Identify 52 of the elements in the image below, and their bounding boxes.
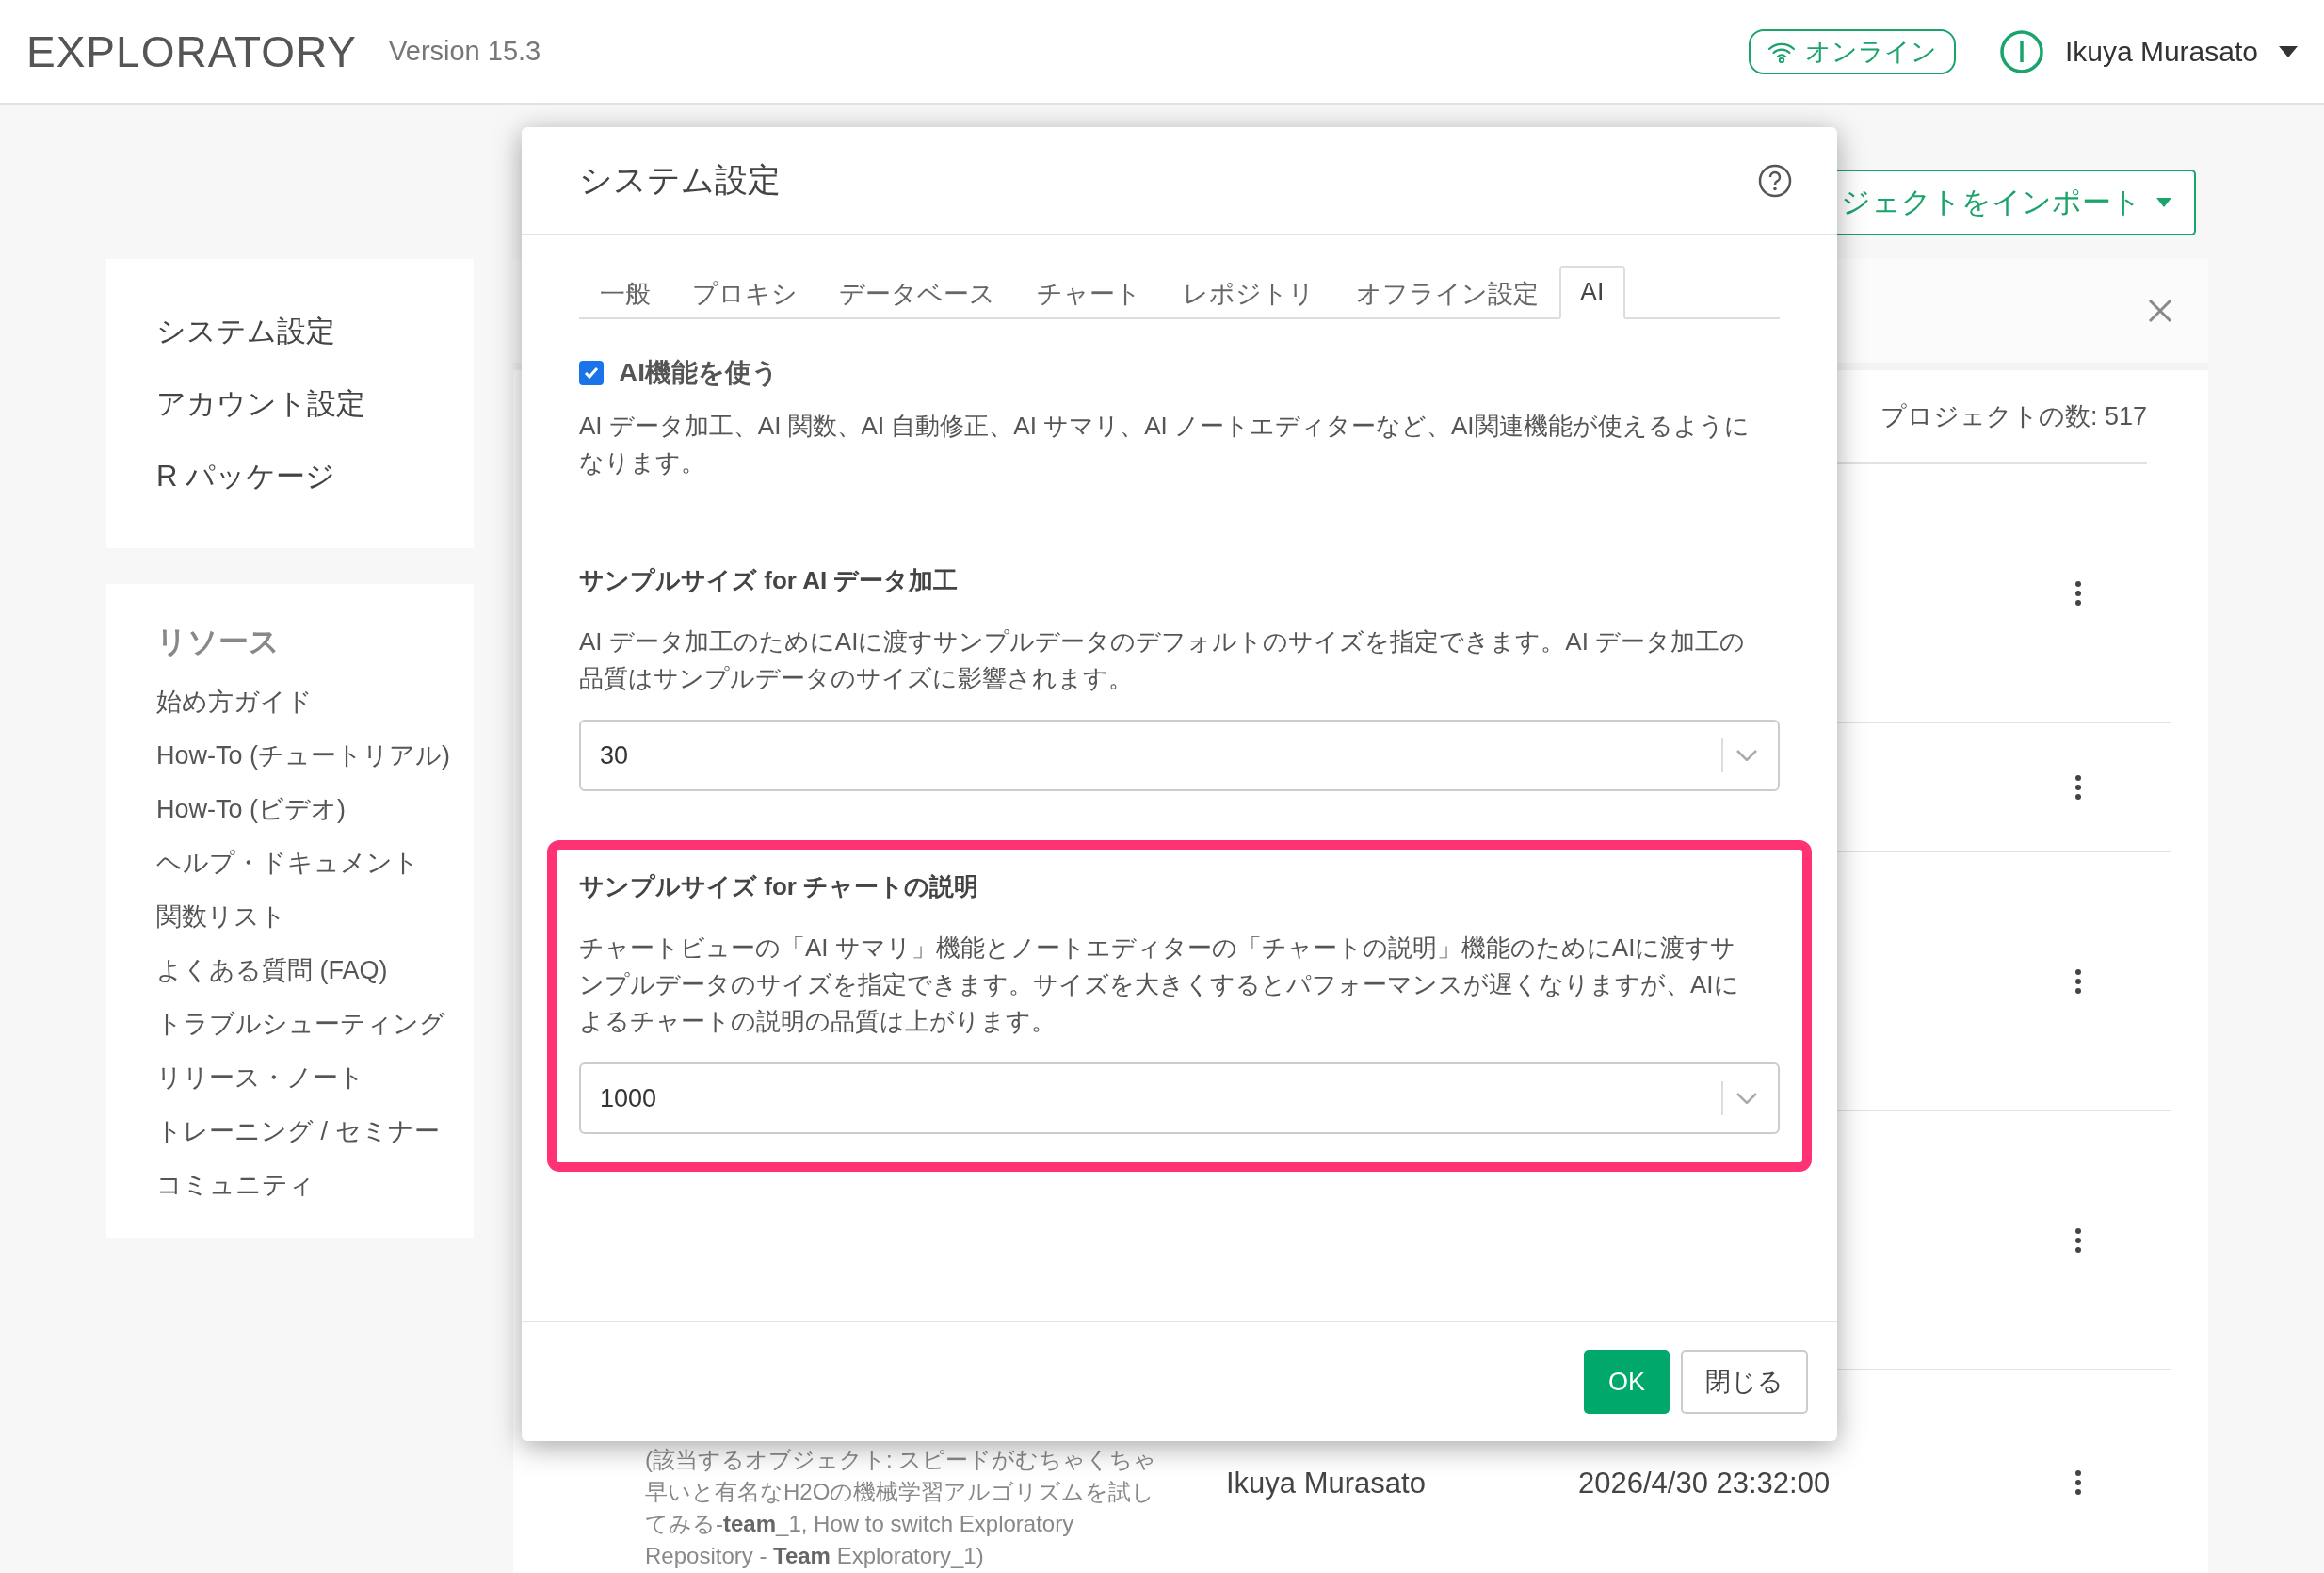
settings-tab[interactable]: チャート [1016, 266, 1162, 319]
dialog-title: システム設定 [579, 160, 782, 200]
help-icon[interactable] [1758, 163, 1792, 198]
section-description: AI データ加工のためにAIに渡すサンプルデータのデフォルトのサイズを指定できます。AI データ加工の品質はサンプルデータのサイズに影響されます。 [579, 626, 1747, 694]
settings-nav-item[interactable]: R パッケージ [156, 451, 474, 501]
resource-link[interactable]: How-To (ビデオ) [156, 789, 474, 829]
resource-link[interactable]: トラブルシューティング [156, 1004, 474, 1044]
app-logo: EXPLORATORY [26, 25, 357, 77]
power-icon[interactable] [1998, 28, 2044, 74]
caret-icon[interactable] [2279, 45, 2298, 57]
resource-link[interactable]: コミュニティ [156, 1165, 474, 1205]
user-menu[interactable]: Ikuya Murasato [2064, 35, 2258, 68]
project-description: (該当するオブジェクト: スピードがむちゃくちゃ早いと有名なH2Oの機械学習アルゴリズムを試してみる-team_1, How to switch Exploratory Repository - Team Exploratory_1) [645, 1446, 1158, 1570]
resources-heading: リソース [156, 624, 281, 660]
resource-link[interactable]: リリース・ノート [156, 1058, 474, 1097]
section-heading: サンプルサイズ for チャートの説明 [579, 871, 980, 902]
more-icon[interactable] [2074, 1470, 2082, 1495]
checkbox[interactable] [579, 361, 604, 385]
chevron-down-icon [1736, 1093, 1757, 1104]
settings-tab[interactable]: オフライン設定 [1335, 266, 1559, 319]
resource-link[interactable]: ヘルプ・ドキュメント [156, 843, 474, 883]
settings-tab[interactable]: プロキシ [671, 266, 818, 319]
caret-icon [2156, 198, 2171, 207]
settings-tab[interactable]: AI [1559, 266, 1625, 319]
resource-link[interactable]: トレーニング / セミナー [156, 1111, 474, 1151]
resource-link[interactable]: よくある質問 (FAQ) [156, 950, 474, 990]
online-badge: オンライン [1748, 28, 1956, 74]
date-cell: 2026/4/30 23:32:00 [1578, 1467, 1831, 1500]
section-heading: サンプルサイズ for AI データ加工 [579, 565, 960, 596]
sample-size-select[interactable]: 1000 [579, 1062, 1780, 1134]
settings-nav-item[interactable]: アカウント設定 [156, 379, 474, 429]
settings-nav-item[interactable]: システム設定 [156, 306, 474, 356]
version-label: Version 15.3 [389, 36, 541, 67]
settings-tab[interactable]: データベース [818, 266, 1016, 319]
more-icon[interactable] [2074, 774, 2082, 800]
resource-link[interactable]: How-To (チュートリアル) [156, 736, 474, 775]
resource-link[interactable]: 関数リスト [156, 897, 474, 936]
more-icon[interactable] [2074, 580, 2082, 606]
more-icon[interactable] [2074, 1227, 2082, 1253]
sample-size-select[interactable]: 30 [579, 720, 1780, 791]
close-button[interactable]: 閉じる [1681, 1350, 1808, 1414]
project-count: プロジェクトの数: 517 [1880, 401, 2147, 432]
settings-tab[interactable]: 一般 [579, 266, 671, 319]
ai-description: AI データ加工、AI 関数、AI 自動修正、AI サマリ、AI ノートエディターなど、AI関連機能が使えるようになります。 [579, 411, 1751, 478]
resource-link[interactable]: 始め方ガイド [156, 682, 474, 722]
author-cell: Ikuya Murasato [1226, 1467, 1426, 1500]
checkbox-label: AI機能を使う [619, 357, 779, 389]
section-description: チャートビューの「AI サマリ」機能とノートエディターの「チャートの説明」機能のためにAIに渡すサンプルデータのサイズを指定できます。サイズを大きくするとパフォーマンスが遅くなりますが、AIによるチャートの説明の品質は上がります。 [579, 932, 1740, 1037]
more-icon[interactable] [2074, 968, 2082, 994]
close-icon[interactable] [2148, 299, 2172, 323]
chevron-down-icon [1736, 750, 1757, 761]
settings-tab[interactable]: レポジトリ [1162, 266, 1335, 319]
